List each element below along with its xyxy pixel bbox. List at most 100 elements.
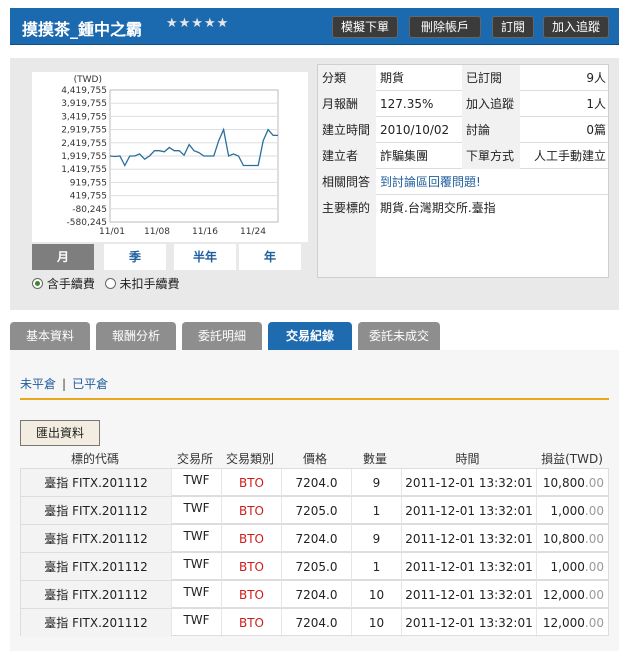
cell-qty: 1 xyxy=(351,497,401,525)
cell-price: 7205.0 xyxy=(281,497,351,525)
period-quarter-button[interactable]: 季 xyxy=(104,244,166,270)
cell-qty: 1 xyxy=(351,553,401,581)
cell-exchange: TWF xyxy=(171,469,221,497)
cell-code: 臺指 FITX.201112 xyxy=(21,525,171,553)
y-axis-label: (TWD) xyxy=(74,75,102,85)
col-qty: 數量 xyxy=(362,452,387,466)
main-target-label: 主要標的 xyxy=(318,195,376,277)
export-button[interactable]: 匯出資料 xyxy=(20,420,100,446)
table-row: 臺指 FITX.201112 TWF BTO 7204.0 10 2011-12-01 1… xyxy=(20,608,609,637)
y-tick-label: -80,245 xyxy=(72,205,107,215)
col-pnl: 損益(TWD) xyxy=(541,452,603,466)
follow-button[interactable]: 加入追蹤 xyxy=(543,16,609,38)
cell-code: 臺指 FITX.201112 xyxy=(21,581,171,609)
cell-time: 2011-12-01 13:32:01 xyxy=(401,581,536,609)
col-price: 價格 xyxy=(302,452,327,466)
cell-type: BTO xyxy=(221,497,281,525)
y-tick-label: 3,919,755 xyxy=(61,99,107,109)
cell-type: BTO xyxy=(221,553,281,581)
account-title: 摸摸茶_鍾中之霸 xyxy=(22,20,143,39)
info-row: 月報酬 127.35% 加入追蹤 1人 xyxy=(318,91,608,117)
x-tick-label: 11/01 xyxy=(99,227,125,237)
cell-time: 2011-12-01 13:32:01 xyxy=(401,497,536,525)
cell-exchange: TWF xyxy=(171,497,221,525)
with-fee-label: 含手續費 xyxy=(46,277,95,291)
period-month-button[interactable]: 月 xyxy=(32,244,94,270)
col-code: 標的代碼 xyxy=(70,452,119,466)
pnl-integer: 1,000 xyxy=(550,504,585,518)
cell-price: 7204.0 xyxy=(281,609,351,637)
info-row: 主要標的 期貨.台灣期交所.臺指 xyxy=(318,195,608,277)
without-fee-radio[interactable] xyxy=(104,278,116,289)
category-label: 分類 xyxy=(318,65,376,91)
closed-positions-link[interactable]: 已平倉 xyxy=(72,377,108,391)
cell-exchange: TWF xyxy=(171,609,221,637)
cell-code: 臺指 FITX.201112 xyxy=(21,469,171,497)
equity-chart: (TWD) 4,419,755 3,919,755 3,419,755 2,919,75… xyxy=(32,72,308,242)
category-value: 期貨 xyxy=(380,71,405,85)
cell-price: 7205.0 xyxy=(281,553,351,581)
pnl-decimal: .00 xyxy=(584,616,604,630)
tab-order-details[interactable]: 委託明細 xyxy=(182,322,262,350)
pnl-decimal: .00 xyxy=(584,560,604,574)
tab-return-analysis[interactable]: 報酬分析 xyxy=(96,322,176,350)
cell-type: BTO xyxy=(221,525,281,553)
cell-code: 臺指 FITX.201112 xyxy=(21,497,171,525)
cell-exchange: TWF xyxy=(171,553,221,581)
tab-trade-records[interactable]: 交易紀錄 xyxy=(268,322,352,350)
subscribed-label: 已訂閱 xyxy=(462,65,520,91)
trade-records-panel: 未平倉 | 已平倉 匯出資料 標的代碼 交易所 交易類別 價格 數量 時間 損益(T… xyxy=(10,350,619,651)
monthly-return-value: 127.35% xyxy=(380,97,434,111)
period-year-button[interactable]: 年 xyxy=(239,244,301,270)
table-row: 臺指 FITX.201112 TWF BTO 7204.0 9 2011-12-01 13… xyxy=(20,524,609,553)
cell-type: BTO xyxy=(221,609,281,637)
created-value: 2010/10/02 xyxy=(380,123,450,137)
trade-table-body: 臺指 FITX.201112 TWF BTO 7204.0 9 2011-12-01 13… xyxy=(20,468,609,637)
divider xyxy=(20,398,609,400)
pnl-integer: 10,800 xyxy=(542,532,585,546)
y-tick-label: 4,419,755 xyxy=(61,86,107,96)
col-time: 時間 xyxy=(455,452,480,466)
y-tick-label: 1,919,755 xyxy=(61,152,107,162)
info-row: 建立時間 2010/10/02 討論 0篇 xyxy=(318,117,608,143)
cell-exchange: TWF xyxy=(171,581,221,609)
subscribe-button[interactable]: 訂閱 xyxy=(492,16,534,38)
simulate-order-button[interactable]: 模擬下單 xyxy=(332,16,398,38)
cell-qty: 10 xyxy=(351,581,401,609)
open-positions-link[interactable]: 未平倉 xyxy=(20,377,56,391)
summary-panel: (TWD) 4,419,755 3,919,755 3,419,755 2,919,75… xyxy=(10,58,619,310)
faq-link[interactable]: 到討論區回覆問題! xyxy=(376,169,610,195)
cell-pnl: 10,800.00 xyxy=(536,525,608,553)
tab-unfilled-orders[interactable]: 委託未成交 xyxy=(358,322,440,350)
cell-code: 臺指 FITX.201112 xyxy=(21,609,171,637)
delete-account-button[interactable]: 刪除帳戶 xyxy=(409,16,481,38)
x-tick-label: 11/08 xyxy=(144,227,170,237)
cell-time: 2011-12-01 13:32:01 xyxy=(401,553,536,581)
table-row: 臺指 FITX.201112 TWF BTO 7204.0 9 2011-12-01 13… xyxy=(20,468,609,497)
with-fee-radio[interactable] xyxy=(32,278,43,289)
cell-time: 2011-12-01 13:32:01 xyxy=(401,525,536,553)
pnl-integer: 12,000 xyxy=(542,588,585,602)
info-row: 分類 期貨 已訂閱 9人 xyxy=(318,65,608,91)
y-tick-label: 3,419,755 xyxy=(61,112,107,122)
table-row: 臺指 FITX.201112 TWF BTO 7204.0 10 2011-12-01 1… xyxy=(20,580,609,609)
y-tick-label: 419,755 xyxy=(70,192,107,202)
col-exchange: 交易所 xyxy=(176,452,213,466)
followers-label: 加入追蹤 xyxy=(462,91,520,117)
subscribed-value: 9人 xyxy=(586,71,606,85)
position-filter: 未平倉 | 已平倉 xyxy=(20,375,108,392)
equity-chart-svg: (TWD)4,419,755 3,919,755 3,419,755 2,919,75… xyxy=(61,75,279,237)
period-halfyear-button[interactable]: 半年 xyxy=(174,244,236,270)
cell-qty: 10 xyxy=(351,609,401,637)
cell-qty: 9 xyxy=(351,525,401,553)
table-header: 標的代碼 交易所 交易類別 價格 數量 時間 損益(TWD) xyxy=(20,450,609,468)
table-row: 臺指 FITX.201112 TWF BTO 7205.0 1 2011-12-01 13… xyxy=(20,496,609,525)
fee-options: 含手續費 未扣手續費 xyxy=(32,275,180,292)
cell-price: 7204.0 xyxy=(281,525,351,553)
tab-basic-info[interactable]: 基本資料 xyxy=(10,322,90,350)
created-label: 建立時間 xyxy=(318,117,376,143)
pnl-decimal: .00 xyxy=(584,532,604,546)
y-tick-label: 1,419,755 xyxy=(61,165,107,175)
followers-value: 1人 xyxy=(586,97,606,111)
order-method-label: 下單方式 xyxy=(462,143,520,169)
